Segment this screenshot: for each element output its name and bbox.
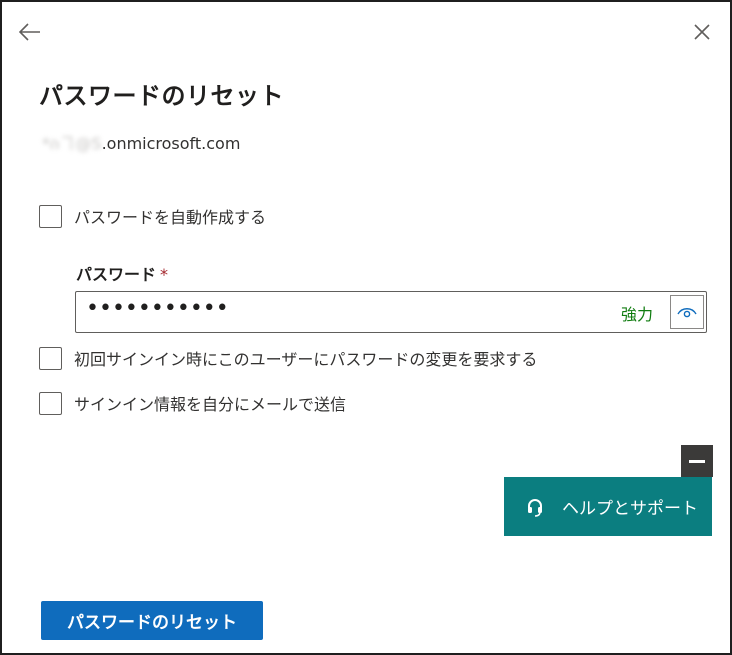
autogen-password-row: パスワードを自動作成する	[39, 204, 266, 228]
autogen-password-label: パスワードを自動作成する	[74, 208, 267, 227]
password-strength-indicator: 強力	[621, 305, 654, 324]
user-email: *ስヿ@S.onmicrosoft.com	[42, 130, 240, 154]
password-field-label: パスワード *	[76, 261, 168, 285]
autogen-password-checkbox[interactable]	[39, 204, 62, 228]
reveal-password-button[interactable]	[670, 295, 704, 329]
arrow-left-icon	[19, 23, 40, 41]
help-and-support-button[interactable]: ヘルプとサポート	[504, 477, 712, 536]
send-to-me-row: サインイン情報を自分にメールで送信	[39, 391, 346, 415]
close-button[interactable]	[688, 18, 716, 46]
headset-icon	[526, 497, 544, 517]
eye-icon	[677, 308, 697, 318]
send-to-me-label: サインイン情報を自分にメールで送信	[74, 395, 347, 414]
help-and-support-label: ヘルプとサポート	[562, 499, 698, 519]
password-label-text: パスワード	[76, 265, 157, 284]
reset-password-panel: パスワードのリセット *ስヿ@S.onmicrosoft.com パスワードを自…	[0, 0, 732, 655]
require-change-checkbox[interactable]	[39, 346, 62, 370]
email-domain: .onmicrosoft.com	[101, 134, 241, 153]
minimize-icon	[689, 459, 705, 463]
send-to-me-checkbox[interactable]	[39, 391, 62, 415]
reset-password-button[interactable]: パスワードのリセット	[41, 601, 263, 640]
require-change-row: 初回サインイン時にこのユーザーにパスワードの変更を要求する	[39, 346, 537, 370]
back-button[interactable]	[16, 18, 44, 46]
password-masked-value: •••••••••••	[86, 296, 229, 321]
panel-title: パスワードのリセット	[39, 82, 284, 110]
help-minimize-button[interactable]	[681, 445, 713, 477]
email-redacted-part: *ስヿ@S	[42, 134, 102, 153]
require-change-label: 初回サインイン時にこのユーザーにパスワードの変更を要求する	[74, 350, 538, 369]
close-icon	[694, 24, 710, 40]
required-marker: *	[160, 265, 169, 284]
password-input[interactable]: ••••••••••• 強力	[75, 291, 707, 333]
